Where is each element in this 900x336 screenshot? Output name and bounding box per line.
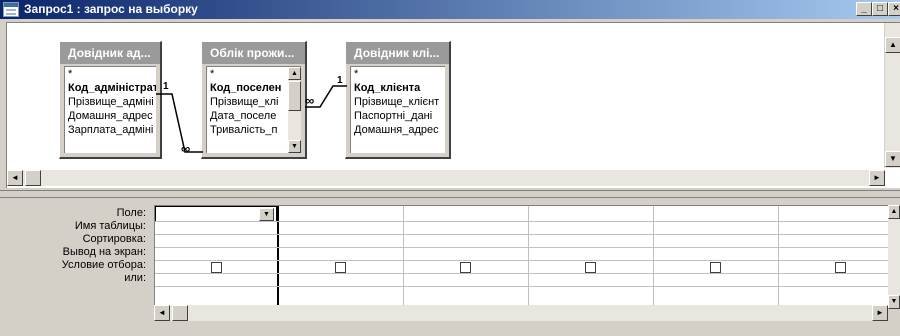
design-grid[interactable]: ▼ [154, 205, 888, 315]
scroll-up-icon[interactable]: ▲ [885, 37, 900, 53]
scroll-right-icon[interactable]: ► [872, 305, 888, 321]
minimize-button[interactable]: _ [856, 2, 872, 16]
grid-vertical-scrollbar[interactable]: ▲ ▼ [888, 205, 900, 309]
title-bar[interactable]: Запрос1 : запрос на выборку _ □ × [0, 0, 900, 19]
relationship-lines [156, 85, 347, 153]
maximize-button[interactable]: □ [872, 2, 888, 16]
relationship-one-label: 1 [163, 81, 169, 92]
table-pane-vertical-scrollbar[interactable]: ▲ ▼ [884, 23, 900, 168]
row-label-show: Вывод на экран: [62, 246, 146, 258]
window-title: Запрос1 : запрос на выборку [24, 2, 198, 16]
design-grid-pane: Поле: Имя таблицы: Сортировка: Вывод на … [0, 199, 900, 336]
grid-horizontal-scrollbar[interactable]: ◄ ► [154, 305, 888, 321]
relationship-one-label: 1 [337, 75, 343, 86]
relationship-many-label: ∞ [305, 93, 315, 108]
relationship-many-label: ∞ [181, 141, 191, 156]
dropdown-arrow-icon[interactable]: ▼ [259, 208, 274, 221]
pane-splitter[interactable] [0, 190, 900, 198]
close-button[interactable]: × [888, 2, 900, 16]
relationship-line-1[interactable] [156, 93, 203, 153]
table-pane-horizontal-scrollbar[interactable]: ◄ ► [7, 170, 885, 186]
table-pane[interactable]: Довідник ад... * Код_адміністрат Прізвищ… [6, 22, 900, 188]
show-checkbox[interactable] [460, 262, 471, 273]
scroll-left-icon[interactable]: ◄ [7, 170, 23, 186]
query-window: Запрос1 : запрос на выборку _ □ × Довідн… [0, 0, 900, 336]
show-checkbox[interactable] [835, 262, 846, 273]
show-checkbox[interactable] [710, 262, 721, 273]
scroll-thumb[interactable] [172, 305, 188, 321]
row-label-or: или: [124, 272, 146, 284]
scroll-left-icon[interactable]: ◄ [154, 305, 170, 321]
row-label-criteria: Условие отбора: [61, 259, 146, 271]
show-checkbox[interactable] [335, 262, 346, 273]
query-icon[interactable] [3, 2, 19, 17]
scroll-down-icon[interactable]: ▼ [888, 295, 900, 309]
show-checkbox[interactable] [211, 262, 222, 273]
scroll-right-icon[interactable]: ► [869, 170, 885, 186]
scroll-up-icon[interactable]: ▲ [888, 205, 900, 219]
row-label-sort: Сортировка: [82, 233, 146, 245]
show-checkbox[interactable] [585, 262, 596, 273]
grid-row-labels: Поле: Имя таблицы: Сортировка: Вывод на … [0, 207, 148, 285]
row-label-field: Поле: [116, 207, 146, 219]
scroll-down-icon[interactable]: ▼ [885, 151, 900, 167]
scroll-thumb[interactable] [25, 170, 41, 186]
row-label-table: Имя таблицы: [74, 220, 146, 232]
